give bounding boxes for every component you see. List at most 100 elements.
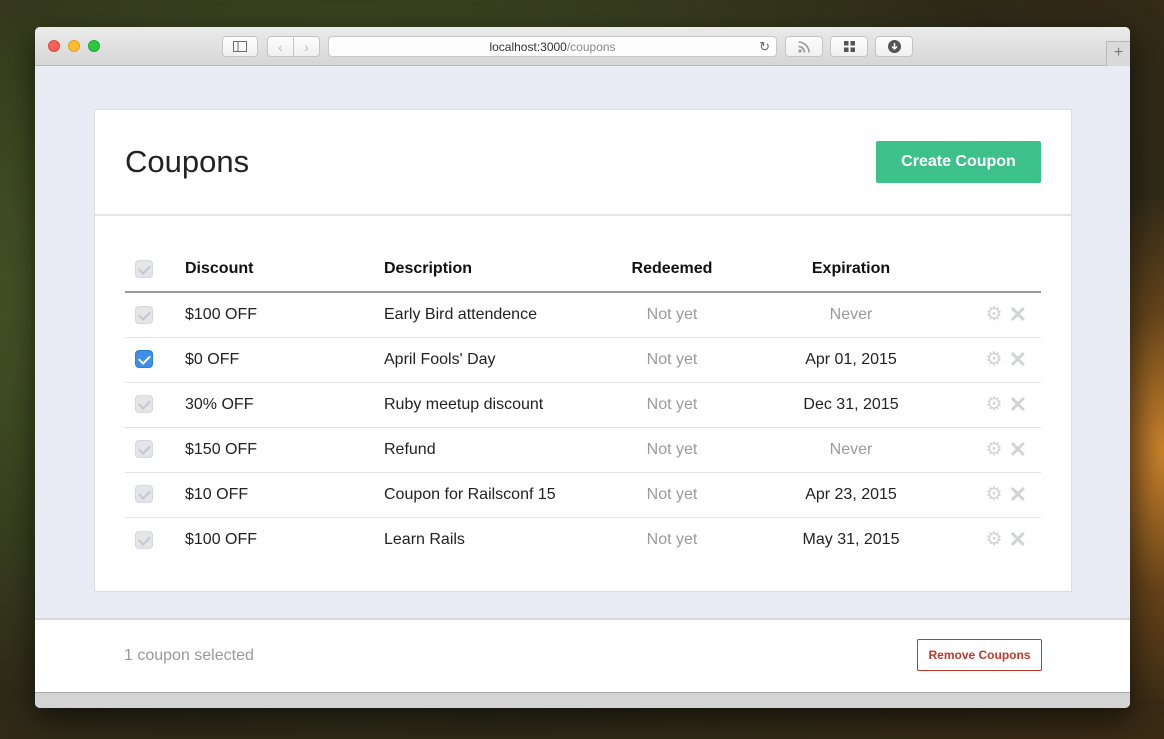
card-header: Coupons Create Coupon xyxy=(95,110,1071,216)
actions-cell: ⚙ ✕ xyxy=(962,517,1041,562)
actions-cell: ⚙ ✕ xyxy=(962,382,1041,428)
description-cell: Learn Rails xyxy=(384,530,465,548)
create-coupon-button[interactable]: Create Coupon xyxy=(876,141,1041,183)
description-cell: April Fools' Day xyxy=(384,337,604,383)
actions-cell: ⚙ ✕ xyxy=(962,427,1041,473)
coupons-card: Coupons Create Coupon Discount Descripti… xyxy=(94,109,1072,592)
table-row: $100 OFF Learn Rails Not yet May 31, 2015 ⚙ ✕ xyxy=(125,517,1041,562)
row-select-cell xyxy=(125,337,185,383)
description-cell: Early Bird attendence xyxy=(384,292,604,338)
sidebar-icon xyxy=(233,41,247,52)
redeemed-cell: Not yet xyxy=(604,337,740,383)
redeemed-cell: Not yet xyxy=(604,472,740,518)
description-cell: Coupon for Railsconf 15 xyxy=(384,472,604,518)
column-header-actions xyxy=(962,247,1041,293)
actions-cell: ⚙ ✕ xyxy=(962,337,1041,383)
expiration-cell: Apr 23, 2015 xyxy=(740,472,962,518)
browser-window: ‹ › localhost:3000/coupons ↻ + Coupons C… xyxy=(35,27,1130,708)
table-header-row: Discount Description Redeemed Expiration xyxy=(125,247,1041,293)
actions-cell: ⚙ ✕ xyxy=(962,292,1041,338)
grid-icon xyxy=(843,41,855,52)
page-content: Coupons Create Coupon Discount Descripti… xyxy=(35,66,1130,708)
row-select-cell xyxy=(125,292,185,338)
row-select-cell xyxy=(125,427,185,473)
description-cell: Refund xyxy=(384,427,604,473)
chevron-left-icon: ‹ xyxy=(278,38,283,55)
actions-cell: ⚙ ✕ xyxy=(962,472,1041,518)
row-select-cell xyxy=(125,472,185,518)
zoom-window-button[interactable] xyxy=(88,40,100,52)
remove-coupons-button[interactable]: Remove Coupons xyxy=(917,639,1042,671)
expiration-cell: Apr 01, 2015 xyxy=(740,337,962,383)
url-host: localhost:3000 xyxy=(489,39,567,54)
row-checkbox[interactable] xyxy=(135,530,153,549)
column-header-redeemed[interactable]: Redeemed xyxy=(604,247,740,293)
table-row: $0 OFF April Fools' Day Not yet Apr 01, 201… xyxy=(125,337,1041,383)
reload-icon[interactable]: ↻ xyxy=(759,39,770,55)
description-cell: Ruby meetup discount xyxy=(384,382,604,428)
table-row: $150 OFF Refund Not yet Never ⚙ ✕ xyxy=(125,427,1041,473)
close-icon[interactable]: ✕ xyxy=(1009,527,1027,553)
back-button[interactable]: ‹ xyxy=(267,36,294,57)
redeemed-cell: Not yet xyxy=(646,530,698,548)
row-checkbox[interactable] xyxy=(135,440,153,459)
expiration-cell: Never xyxy=(740,427,962,473)
discount-cell: $150 OFF xyxy=(185,427,384,473)
gear-icon[interactable]: ⚙ xyxy=(986,528,1003,551)
gear-icon[interactable]: ⚙ xyxy=(986,393,1003,416)
close-window-button[interactable] xyxy=(48,40,60,52)
close-icon[interactable]: ✕ xyxy=(1009,482,1027,508)
discount-cell: $0 OFF xyxy=(185,337,384,383)
row-checkbox[interactable] xyxy=(135,485,153,504)
select-all-checkbox[interactable] xyxy=(135,259,153,278)
minimize-window-button[interactable] xyxy=(68,40,80,52)
chevron-right-icon: › xyxy=(304,38,309,55)
downloads-button[interactable] xyxy=(875,36,913,57)
close-icon[interactable]: ✕ xyxy=(1009,347,1027,373)
browser-toolbar: ‹ › localhost:3000/coupons ↻ + xyxy=(35,27,1130,66)
selection-status: 1 coupon selected xyxy=(124,647,254,664)
rss-button[interactable] xyxy=(785,36,823,57)
selection-footer: 1 coupon selected Remove Coupons xyxy=(35,618,1130,692)
url-path: /coupons xyxy=(566,39,616,54)
new-tab-button[interactable]: + xyxy=(1106,41,1130,66)
gear-icon[interactable]: ⚙ xyxy=(986,438,1003,461)
page-title: Coupons xyxy=(125,144,250,179)
discount-cell: $100 OFF xyxy=(185,292,384,338)
discount-cell: $100 OFF xyxy=(185,530,258,548)
table-row: $100 OFF Early Bird attendence Not yet Neve… xyxy=(125,292,1041,338)
download-icon xyxy=(887,40,901,53)
gear-icon[interactable]: ⚙ xyxy=(986,303,1003,326)
forward-button[interactable]: › xyxy=(293,36,320,57)
redeemed-cell: Not yet xyxy=(604,292,740,338)
expiration-cell: May 31, 2015 xyxy=(802,530,900,548)
gear-icon[interactable]: ⚙ xyxy=(986,348,1003,371)
coupons-table: Discount Description Redeemed Expiration… xyxy=(125,247,1041,562)
sidebar-toggle-button[interactable] xyxy=(222,36,258,57)
gear-icon[interactable]: ⚙ xyxy=(986,483,1003,506)
row-checkbox[interactable] xyxy=(135,305,153,324)
column-header-expiration[interactable]: Expiration xyxy=(740,247,962,293)
column-header-discount[interactable]: Discount xyxy=(185,247,384,293)
expiration-cell: Dec 31, 2015 xyxy=(740,382,962,428)
window-bottom-bar xyxy=(35,692,1130,708)
redeemed-cell: Not yet xyxy=(604,427,740,473)
row-checkbox[interactable] xyxy=(135,395,153,414)
address-bar[interactable]: localhost:3000/coupons ↻ xyxy=(328,36,777,57)
table-row: $10 OFF Coupon for Railsconf 15 Not yet Apr… xyxy=(125,472,1041,518)
top-sites-button[interactable] xyxy=(830,36,868,57)
close-icon[interactable]: ✕ xyxy=(1009,437,1027,463)
row-checkbox[interactable] xyxy=(135,350,153,369)
rss-icon xyxy=(798,40,810,53)
table-row: 30% OFF Ruby meetup discount Not yet Dec 31… xyxy=(125,382,1041,428)
redeemed-cell: Not yet xyxy=(604,382,740,428)
discount-cell: 30% OFF xyxy=(185,382,384,428)
row-select-cell xyxy=(125,517,185,562)
select-all-cell xyxy=(125,247,185,293)
row-select-cell xyxy=(125,382,185,428)
expiration-cell: Never xyxy=(740,292,962,338)
discount-cell: $10 OFF xyxy=(185,472,384,518)
close-icon[interactable]: ✕ xyxy=(1009,302,1027,328)
column-header-description[interactable]: Description xyxy=(384,247,604,293)
close-icon[interactable]: ✕ xyxy=(1009,392,1027,418)
